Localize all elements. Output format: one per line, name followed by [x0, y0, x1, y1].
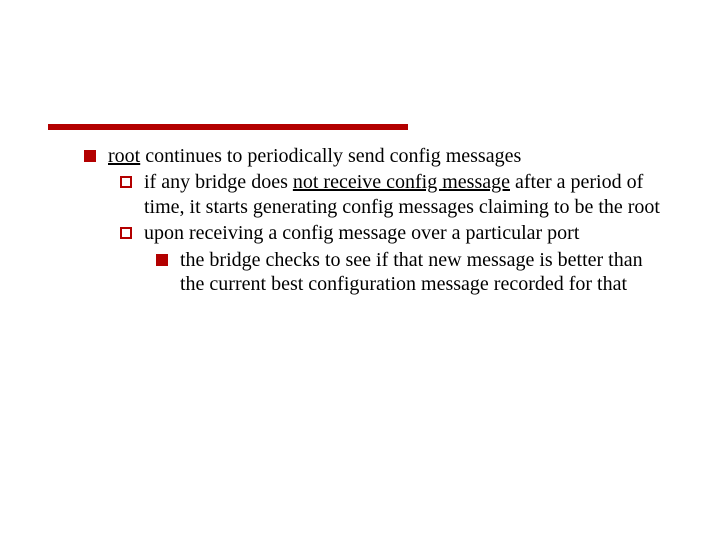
text-fragment: continues to periodically send config me… — [140, 145, 521, 167]
underlined-phrase: not receive config message — [293, 171, 510, 193]
slide: root continues to periodically send conf… — [0, 0, 720, 540]
bullet-sub-b: upon receiving a config message over a p… — [120, 221, 672, 245]
slide-body: root continues to periodically send conf… — [84, 144, 672, 296]
bullet-sub-a: if any bridge does not receive config me… — [120, 170, 672, 219]
underlined-word: root — [108, 145, 140, 167]
square-hollow-icon — [120, 176, 132, 188]
text-fragment: if any bridge does — [144, 171, 293, 193]
bullet-text: the bridge checks to see if that new mes… — [180, 248, 672, 297]
bullet-sub-sub: the bridge checks to see if that new mes… — [156, 248, 672, 297]
bullet-text: if any bridge does not receive config me… — [144, 170, 672, 219]
square-hollow-icon — [120, 227, 132, 239]
title-underline — [48, 124, 408, 130]
square-filled-icon — [84, 150, 96, 162]
square-filled-icon — [156, 254, 168, 266]
bullet-root: root continues to periodically send conf… — [84, 144, 672, 168]
bullet-text: root continues to periodically send conf… — [108, 144, 672, 168]
bullet-text: upon receiving a config message over a p… — [144, 221, 672, 245]
